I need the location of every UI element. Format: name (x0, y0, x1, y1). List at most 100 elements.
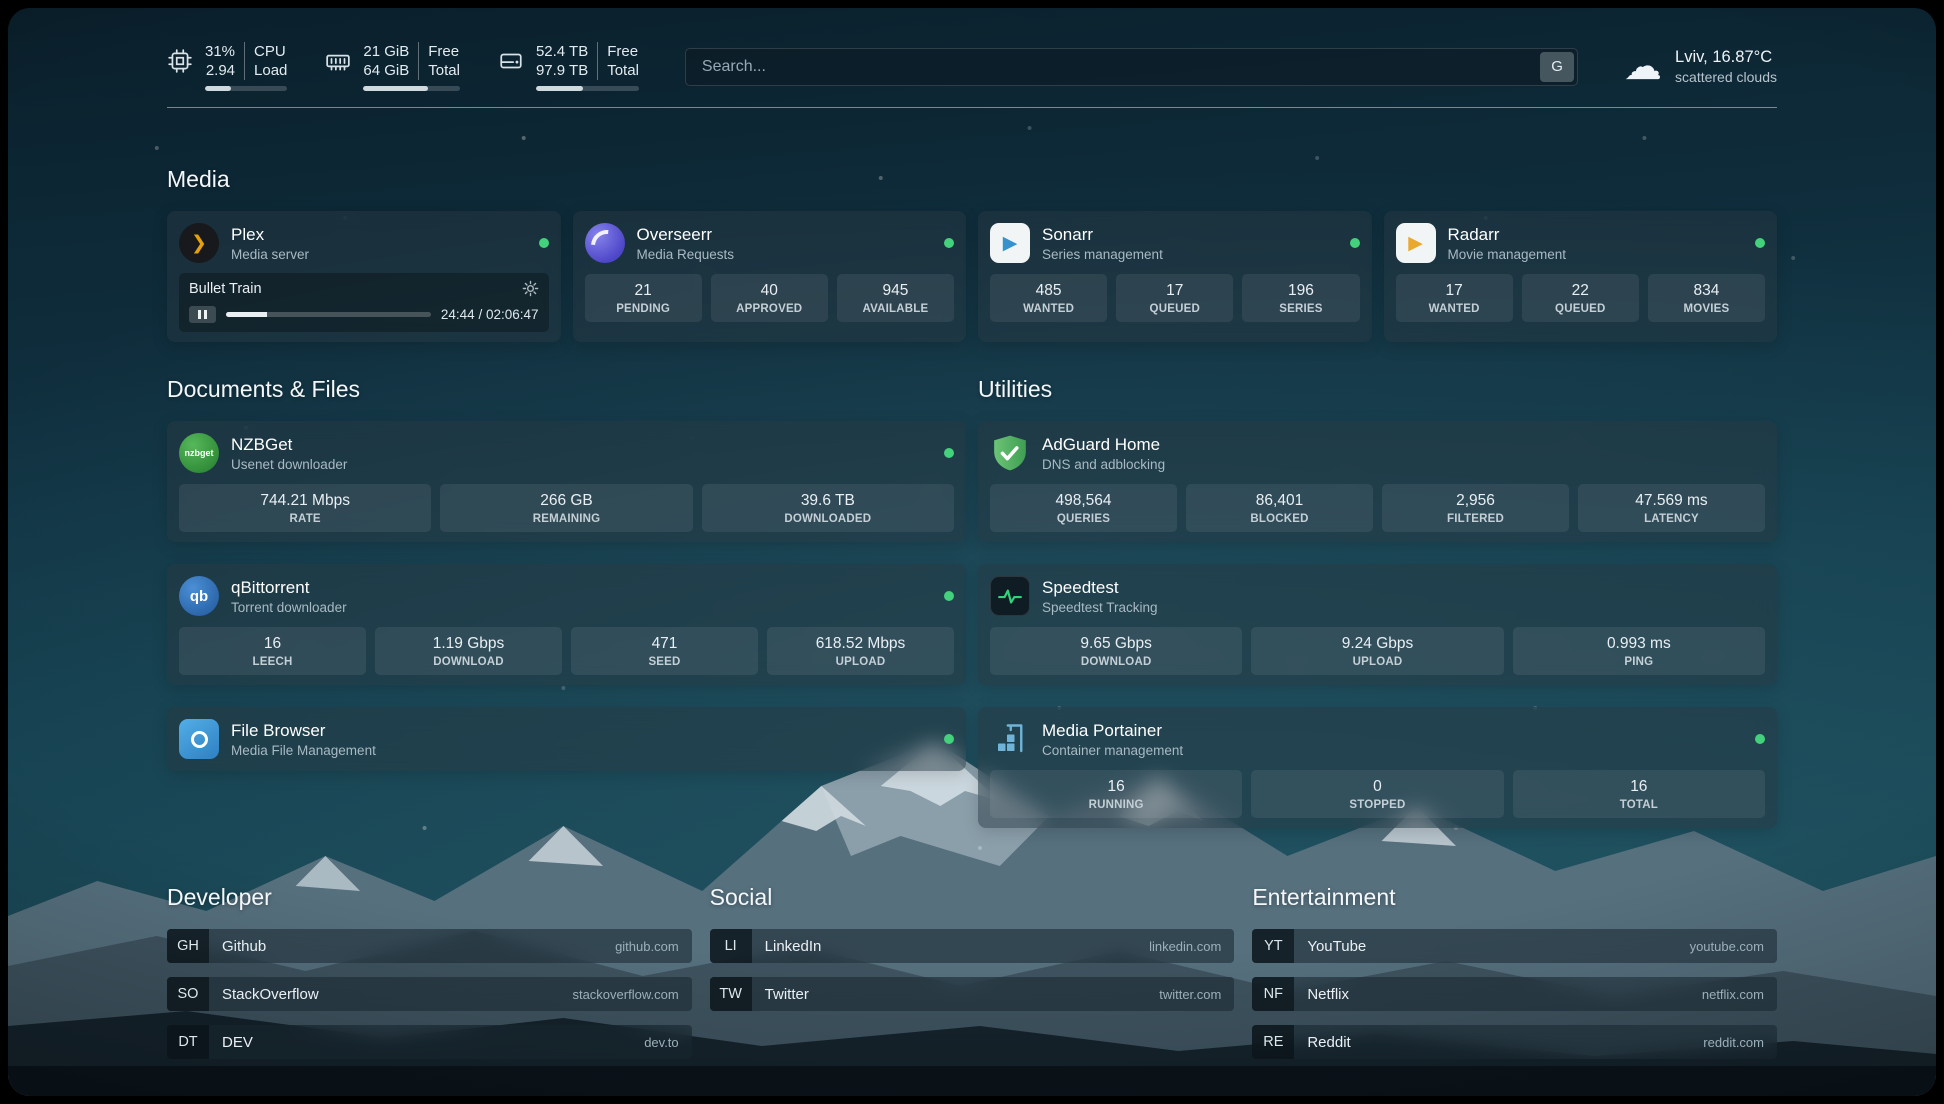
nzbget-icon-text: nzbget (185, 448, 214, 458)
bookmark-abbr: RE (1252, 1025, 1294, 1059)
stat-label: QUEUED (1526, 303, 1635, 315)
bookmark-abbr: TW (710, 977, 752, 1011)
stat-label: STOPPED (1255, 799, 1499, 811)
section-title-media: Media (167, 166, 1777, 193)
service-name: Plex (231, 224, 309, 245)
disk-free-label: Free (607, 42, 639, 61)
card-header: Overseerr Media Requests (585, 221, 955, 265)
stat-latency: 47.569 ms LATENCY (1578, 484, 1765, 532)
bookmark-url: netflix.com (1702, 987, 1777, 1002)
bookmark-dev[interactable]: DT DEV dev.to (167, 1025, 692, 1059)
service-card-qbittorrent[interactable]: qb qBittorrent Torrent downloader 16 LEE… (167, 564, 966, 685)
filebrowser-ring-glyph (191, 731, 208, 748)
stat-upload: 618.52 Mbps UPLOAD (767, 627, 954, 675)
bookmark-twitter[interactable]: TW Twitter twitter.com (710, 977, 1235, 1011)
service-subtitle: Media server (231, 246, 309, 263)
bookmark-linkedin[interactable]: LI LinkedIn linkedin.com (710, 929, 1235, 963)
service-text: NZBGet Usenet downloader (231, 434, 347, 473)
qbittorrent-icon-text: qb (190, 588, 208, 605)
bookmark-github[interactable]: GH Github github.com (167, 929, 692, 963)
cpu-progress-fill (205, 86, 231, 91)
service-card-plex[interactable]: ❯ Plex Media server Bullet Train (167, 211, 561, 342)
bookmark-url: linkedin.com (1149, 939, 1234, 954)
bookmark-rows: LI LinkedIn linkedin.com TW Twitter twit… (710, 929, 1235, 1011)
qbittorrent-icon: qb (179, 576, 219, 616)
bookmark-label: Netflix (1294, 986, 1362, 1003)
service-card-portainer[interactable]: Media Portainer Container management 16 … (978, 707, 1777, 828)
service-card-sonarr[interactable]: ▶ Sonarr Series management 485 WANTED 17… (978, 211, 1372, 342)
stat-value: 22 (1526, 282, 1635, 300)
pause-button[interactable] (189, 306, 216, 323)
stat-row: 21 PENDING 40 APPROVED 945 AVAILABLE (585, 274, 955, 322)
card-header: ▶ Radarr Movie management (1396, 221, 1766, 265)
section-title-documents: Documents & Files (167, 376, 966, 403)
stat-label: WANTED (994, 303, 1103, 315)
bookmark-youtube[interactable]: YT YouTube youtube.com (1252, 929, 1777, 963)
bookmark-abbr: NF (1252, 977, 1294, 1011)
stat-label: MOVIES (1652, 303, 1761, 315)
stat-value: 0 (1255, 778, 1499, 796)
stat-value: 16 (994, 778, 1238, 796)
service-card-nzbget[interactable]: nzbget NZBGet Usenet downloader 744.21 M… (167, 421, 966, 542)
service-text: Speedtest Speedtest Tracking (1042, 577, 1158, 616)
service-subtitle: Media File Management (231, 742, 376, 759)
search-input[interactable] (685, 48, 1578, 86)
stat-upload: 9.24 Gbps UPLOAD (1251, 627, 1503, 675)
bookmark-rows: GH Github github.com SO StackOverflow st… (167, 929, 692, 1059)
disk-icon (498, 48, 524, 74)
stat-running: 16 RUNNING (990, 770, 1242, 818)
memory-icon (325, 48, 351, 74)
radarr-icon: ▶ (1396, 223, 1436, 263)
stat-remaining: 266 GB REMAINING (440, 484, 692, 532)
stat-wanted: 17 WANTED (1396, 274, 1513, 322)
bookmark-reddit[interactable]: RE Reddit reddit.com (1252, 1025, 1777, 1059)
service-name: qBittorrent (231, 577, 347, 598)
memory-total-value: 64 GiB (363, 61, 409, 80)
service-subtitle: Movie management (1448, 246, 1567, 263)
stat-value: 945 (841, 282, 950, 300)
sonarr-icon: ▶ (990, 223, 1030, 263)
stat-value: 40 (715, 282, 824, 300)
stat-row: 9.65 Gbps DOWNLOAD 9.24 Gbps UPLOAD 0.99… (990, 627, 1765, 675)
dashboard-screen: 31% 2.94 CPU Load (8, 8, 1936, 1096)
stat-label: REMAINING (444, 513, 688, 525)
service-card-filebrowser[interactable]: File Browser Media File Management (167, 707, 966, 771)
filebrowser-icon (179, 719, 219, 759)
service-text: File Browser Media File Management (231, 720, 376, 759)
adguard-shield-icon (990, 433, 1030, 473)
memory-free-value: 21 GiB (363, 42, 409, 61)
weather-location: Lviv, 16.87°C (1675, 48, 1777, 67)
cpu-progress-bar (205, 86, 287, 91)
bookmark-stackoverflow[interactable]: SO StackOverflow stackoverflow.com (167, 977, 692, 1011)
plex-icon: ❯ (179, 223, 219, 263)
playback-progress-bar[interactable] (226, 312, 431, 317)
bookmark-abbr: GH (167, 929, 209, 963)
search-provider-button[interactable]: G (1540, 52, 1574, 82)
stat-row: 16 LEECH 1.19 Gbps DOWNLOAD 471 SEED (179, 627, 954, 675)
stat-total: 16 TOTAL (1513, 770, 1765, 818)
service-card-speedtest[interactable]: Speedtest Speedtest Tracking 9.65 Gbps D… (978, 564, 1777, 685)
bookmark-url: youtube.com (1690, 939, 1777, 954)
status-dot-online (944, 591, 954, 601)
service-card-radarr[interactable]: ▶ Radarr Movie management 17 WANTED 22 Q… (1384, 211, 1778, 342)
stat-wanted: 485 WANTED (990, 274, 1107, 322)
stat-value: 17 (1120, 282, 1229, 300)
stat-label: BLOCKED (1190, 513, 1369, 525)
service-card-adguard[interactable]: AdGuard Home DNS and adblocking 498,564 … (978, 421, 1777, 542)
bookmark-netflix[interactable]: NF Netflix netflix.com (1252, 977, 1777, 1011)
service-card-overseerr[interactable]: Overseerr Media Requests 21 PENDING 40 A… (573, 211, 967, 342)
portainer-crane-icon (990, 719, 1030, 759)
bookmark-label: Github (209, 938, 279, 955)
nzbget-icon: nzbget (179, 433, 219, 473)
speedtest-pulse-icon (990, 576, 1030, 616)
documents-card-stack: nzbget NZBGet Usenet downloader 744.21 M… (167, 421, 966, 771)
gear-icon[interactable] (522, 280, 539, 297)
status-dot-online (944, 734, 954, 744)
bookmark-group-title: Entertainment (1252, 884, 1777, 911)
service-text: AdGuard Home DNS and adblocking (1042, 434, 1165, 473)
stat-value: 266 GB (444, 492, 688, 510)
now-playing-header: Bullet Train (189, 280, 539, 297)
stat-value: 1.19 Gbps (379, 635, 558, 653)
bookmark-label: DEV (209, 1034, 266, 1051)
cpu-load-value: 2.94 (206, 61, 235, 80)
